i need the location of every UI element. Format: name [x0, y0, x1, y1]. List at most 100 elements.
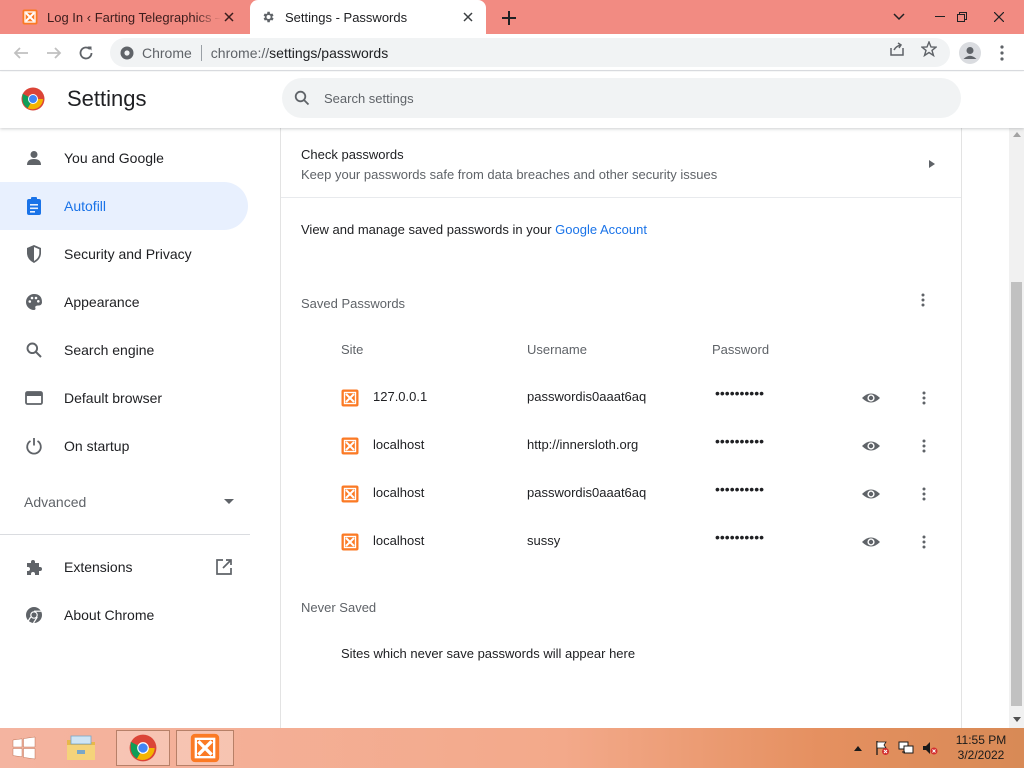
windows-start-icon[interactable] [4, 730, 44, 766]
sidebar-item-you-and-google[interactable]: You and Google [0, 134, 248, 182]
browser-menu-kebab-icon[interactable] [988, 39, 1016, 67]
google-account-link[interactable]: Google Account [555, 222, 647, 237]
page-scrollbar[interactable] [1009, 128, 1024, 728]
advanced-toggle[interactable]: Advanced [24, 494, 234, 510]
xampp-icon [341, 389, 359, 407]
profile-avatar-icon[interactable] [956, 39, 984, 67]
tab-search-chevron-icon[interactable] [882, 0, 916, 34]
browser-window-icon [24, 388, 44, 408]
sidebar-item-extensions[interactable]: Extensions [0, 543, 248, 591]
sidebar-item-security-privacy[interactable]: Security and Privacy [0, 230, 248, 278]
row-more-actions-icon[interactable] [914, 388, 934, 408]
show-password-eye-icon[interactable] [861, 436, 881, 456]
close-window-button[interactable] [982, 0, 1016, 34]
chrome-site-chip[interactable]: Chrome [120, 45, 192, 61]
username: passwordis0aaat6aq [527, 389, 647, 404]
file-explorer-icon[interactable] [60, 730, 102, 766]
sidebar-item-label: Default browser [64, 390, 163, 406]
new-tab-button[interactable] [498, 7, 520, 29]
row-more-actions-icon[interactable] [914, 532, 934, 552]
bookmark-star-icon[interactable] [920, 40, 938, 58]
sidebar-item-about-chrome[interactable]: About Chrome [0, 591, 248, 639]
sidebar-item-search-engine[interactable]: Search engine [0, 326, 248, 374]
username: http://innersloth.org [527, 437, 639, 452]
close-tab-icon[interactable] [460, 9, 476, 25]
sidebar-item-default-browser[interactable]: Default browser [0, 374, 248, 422]
sidebar-item-autofill[interactable]: Autofill [0, 182, 248, 230]
xampp-icon [341, 437, 359, 455]
clock-time: 11:55 PM [955, 733, 1007, 747]
taskbar-clock[interactable]: 11:55 PM 3/2/2022 [946, 733, 1016, 763]
masked-password: •••••••••• [715, 529, 765, 545]
scroll-up-arrow-icon[interactable] [1013, 132, 1021, 137]
palette-icon [24, 292, 44, 312]
show-password-eye-icon[interactable] [861, 484, 881, 504]
restore-button[interactable] [945, 0, 979, 34]
sidebar-item-label: Autofill [64, 198, 107, 214]
masked-password: •••••••••• [715, 481, 765, 497]
column-header-username: Username [527, 342, 587, 357]
network-icon[interactable] [898, 740, 914, 756]
chrome-outline-icon [24, 605, 44, 625]
page-title: Settings [67, 86, 147, 111]
tab-title: Settings - Passwords [285, 9, 408, 25]
password-row: localhost sussy •••••••••• [281, 518, 961, 566]
clock-date: 3/2/2022 [957, 748, 1005, 762]
xampp-icon [22, 9, 38, 25]
sidebar-item-label: Security and Privacy [64, 246, 192, 262]
open-in-new-icon[interactable] [215, 558, 233, 576]
taskbar-chrome-icon[interactable] [116, 730, 170, 766]
power-icon [24, 436, 44, 456]
back-arrow-icon[interactable] [7, 39, 35, 67]
action-center-flag-icon[interactable] [874, 740, 890, 756]
sidebar-item-label: You and Google [64, 150, 164, 166]
show-hidden-icons-arrow-icon[interactable] [850, 740, 866, 756]
sidebar-divider [0, 534, 250, 535]
site-name: localhost [373, 485, 425, 500]
show-password-eye-icon[interactable] [861, 388, 881, 408]
password-row: 127.0.0.1 passwordis0aaat6aq •••••••••• [281, 374, 961, 422]
omnibox[interactable]: Chrome chrome://settings/passwords [110, 38, 950, 67]
taskbar-xampp-icon[interactable] [176, 730, 234, 766]
row-more-actions-icon[interactable] [914, 436, 934, 456]
close-tab-icon[interactable] [221, 9, 237, 25]
scroll-down-arrow-icon[interactable] [1013, 717, 1021, 722]
tab-login[interactable]: Log In ‹ Farting Telegraphics — WordPres… [12, 0, 247, 34]
chrome-logo-icon [21, 87, 45, 111]
gear-icon [260, 9, 276, 25]
advanced-label: Advanced [24, 494, 87, 510]
scrollbar-thumb[interactable] [1011, 282, 1022, 706]
sidebar-item-label: Appearance [64, 294, 140, 310]
column-header-site: Site [341, 342, 364, 357]
omnibox-url[interactable]: chrome://settings/passwords [211, 45, 388, 61]
search-input[interactable] [324, 90, 924, 106]
tab-settings-passwords[interactable]: Settings - Passwords [250, 0, 486, 34]
arrow-right-icon [929, 160, 935, 168]
dropdown-arrow-icon [224, 499, 234, 504]
row-more-actions-icon[interactable] [914, 484, 934, 504]
site-name: localhost [373, 437, 425, 452]
search-icon [24, 340, 44, 360]
browser-toolbar: Chrome chrome://settings/passwords [0, 34, 1024, 71]
tab-strip: Log In ‹ Farting Telegraphics — WordPres… [0, 0, 1024, 34]
sidebar-item-label: Search engine [64, 342, 155, 358]
saved-passwords-menu-icon[interactable] [913, 290, 933, 310]
show-password-eye-icon[interactable] [861, 532, 881, 552]
forward-arrow-icon[interactable] [40, 39, 68, 67]
settings-header: Settings [0, 72, 1024, 128]
xampp-icon [341, 533, 359, 551]
never-saved-heading: Never Saved [301, 600, 377, 615]
sidebar-item-appearance[interactable]: Appearance [0, 278, 248, 326]
volume-muted-icon[interactable] [922, 740, 938, 756]
share-icon[interactable] [888, 40, 906, 58]
site-name: localhost [373, 533, 425, 548]
chrome-small-icon [120, 46, 134, 59]
sidebar-item-on-startup[interactable]: On startup [0, 422, 248, 470]
settings-search-box[interactable] [282, 78, 961, 118]
reload-icon[interactable] [72, 39, 100, 67]
omnibox-separator [200, 44, 202, 61]
check-passwords-row[interactable]: Check passwords Keep your passwords safe… [281, 128, 961, 198]
check-passwords-title: Check passwords [301, 147, 404, 162]
password-row: localhost passwordis0aaat6aq •••••••••• [281, 470, 961, 518]
search-icon [294, 90, 310, 106]
